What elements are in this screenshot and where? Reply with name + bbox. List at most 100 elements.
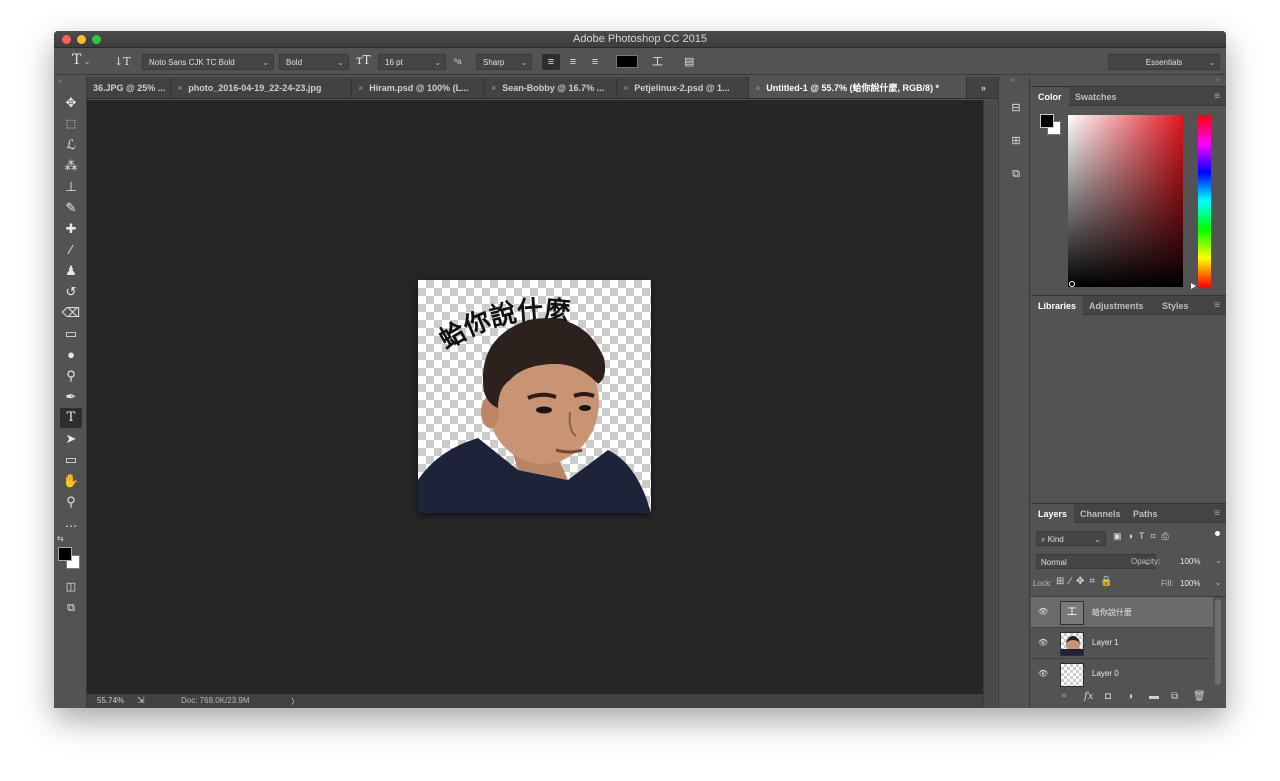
move-tool-icon[interactable]: ✥ (60, 93, 82, 113)
eraser-tool-icon[interactable]: ⌫ (60, 303, 82, 323)
chevron-down-icon[interactable]: ⌄ (1215, 556, 1222, 565)
tab-styles[interactable]: Styles (1155, 296, 1196, 316)
tab-channels[interactable]: Channels (1073, 504, 1128, 524)
screen-mode-icon[interactable]: ⧉ (60, 598, 82, 618)
tab-document-3[interactable]: × Hiram.psd @ 100% (L... (352, 77, 485, 98)
font-family-select[interactable]: Noto Sans CJK TC Bold ⌄ (142, 54, 274, 70)
layer-row-transparent[interactable]: 👁 Layer 0 (1031, 659, 1213, 688)
tab-document-5[interactable]: × Petjelinux-2.psd @ 1... (617, 77, 749, 98)
export-icon[interactable]: ⇲ (137, 695, 145, 706)
tab-overflow-button[interactable]: » (976, 77, 998, 98)
layer-mask-icon[interactable]: ◘ (1105, 691, 1111, 702)
fx-icon[interactable]: fx (1084, 691, 1093, 702)
tab-layers[interactable]: Layers (1031, 504, 1075, 524)
workspace-select[interactable]: Essentials ⌄ (1108, 54, 1220, 70)
path-selection-tool-icon[interactable]: ➤ (60, 429, 82, 449)
color-picker-marker[interactable] (1069, 281, 1075, 287)
brush-tool-icon[interactable]: ∕ (60, 240, 82, 260)
type-tool-icon[interactable]: T (60, 408, 82, 428)
color-field[interactable] (1068, 115, 1183, 287)
history-panel-icon[interactable]: ⊟ (1008, 100, 1024, 116)
eye-icon[interactable]: 👁 (1038, 607, 1050, 617)
tab-libraries[interactable]: Libraries (1031, 296, 1084, 316)
chevron-down-icon[interactable]: ⌄ (1215, 578, 1222, 587)
align-right-icon[interactable]: ≡ (586, 54, 604, 70)
panel-menu-icon[interactable]: ≡ (1214, 87, 1220, 107)
canvas-area[interactable]: 蛤你說什麼 (87, 100, 983, 694)
adjustment-layer-icon[interactable]: ◑ (1127, 691, 1133, 702)
text-orientation-icon[interactable]: ↓T (114, 54, 131, 70)
tab-document-2[interactable]: × photo_2016-04-19_22-24-23.jpg (171, 77, 352, 98)
color-foreground-swatch[interactable] (1040, 114, 1054, 128)
hue-slider-handle[interactable] (1191, 283, 1196, 289)
eye-icon[interactable]: 👁 (1038, 669, 1050, 679)
filter-toggle-icon[interactable] (1215, 531, 1220, 536)
properties-panel-icon[interactable]: ⊞ (1008, 133, 1024, 149)
panel-collapse-icon[interactable]: » (58, 78, 62, 85)
crop-tool-icon[interactable]: ⊥ (60, 177, 82, 197)
font-style-select[interactable]: Bold ⌄ (279, 54, 349, 70)
opacity-value[interactable]: 100% (1180, 557, 1200, 566)
dodge-tool-icon[interactable]: ⚲ (60, 366, 82, 386)
tab-swatches[interactable]: Swatches (1068, 87, 1124, 107)
swap-colors-icon[interactable]: ⇆ (57, 534, 64, 543)
zoom-tool-icon[interactable]: ⚲ (60, 492, 82, 512)
new-group-icon[interactable]: ▬ (1149, 691, 1159, 702)
status-menu-arrow[interactable]: 〉 (291, 696, 299, 707)
trash-icon[interactable]: 🗑 (1193, 691, 1206, 702)
close-icon[interactable]: × (491, 83, 496, 93)
pen-tool-icon[interactable]: ✒ (60, 387, 82, 407)
text-color-swatch[interactable] (616, 55, 638, 68)
character-panel-icon[interactable]: ⧉ (1008, 166, 1024, 182)
antialias-select[interactable]: Sharp ⌄ (476, 54, 532, 70)
new-layer-icon[interactable]: ⧉ (1171, 691, 1178, 702)
zoom-level[interactable]: 55.74% (97, 696, 124, 705)
tab-adjustments[interactable]: Adjustments (1082, 296, 1151, 316)
layer-row-image[interactable]: 👁 Layer 1 (1031, 628, 1213, 659)
more-tools-icon[interactable]: … (60, 513, 82, 533)
healing-brush-tool-icon[interactable]: ✚ (60, 219, 82, 239)
hand-tool-icon[interactable]: ✋ (60, 471, 82, 491)
tab-document-1[interactable]: 36.JPG @ 25% ... (87, 77, 171, 98)
document-canvas[interactable]: 蛤你說什麼 (418, 280, 651, 513)
align-left-icon[interactable]: ≡ (542, 54, 560, 70)
tab-document-4[interactable]: × Sean-Bobby @ 16.7% ... (485, 77, 617, 98)
align-center-icon[interactable]: ≡ (564, 54, 582, 70)
close-icon[interactable]: × (755, 83, 760, 93)
warp-text-icon[interactable]: 工 (652, 54, 663, 70)
blur-tool-icon[interactable]: ● (60, 345, 82, 365)
clone-stamp-tool-icon[interactable]: ♟ (60, 261, 82, 281)
close-icon[interactable]: × (177, 83, 182, 93)
tab-paths[interactable]: Paths (1126, 504, 1165, 524)
layer-row-text[interactable]: 👁 工 蛤你說什麼 (1031, 597, 1213, 628)
panel-expand-icon[interactable]: « (1011, 77, 1015, 84)
panel-collapse-icon[interactable]: » (1216, 77, 1220, 84)
font-size-select[interactable]: 16 pt ⌄ (378, 54, 446, 70)
layers-scrollbar[interactable] (1215, 599, 1221, 685)
gradient-tool-icon[interactable]: ▭ (60, 324, 82, 344)
layer-filter-icons[interactable]: ▣◑T⌗⎙ (1113, 531, 1175, 542)
tab-color[interactable]: Color (1031, 87, 1069, 107)
tab-document-active[interactable]: × Untitled-1 @ 55.7% (蛤你說什麼, RGB/8) * (749, 77, 967, 98)
character-panel-icon[interactable]: ▤ (684, 54, 694, 70)
eye-icon[interactable]: 👁 (1038, 638, 1050, 648)
type-tool-preset-icon[interactable]: T ⌄ (72, 52, 91, 68)
lock-icons[interactable]: ⊞∕✥⌗🔒 (1056, 576, 1118, 587)
eyedropper-tool-icon[interactable]: ✎ (60, 198, 82, 218)
marquee-tool-icon[interactable]: ⬚ (60, 114, 82, 134)
quick-selection-tool-icon[interactable]: ⁂ (60, 156, 82, 176)
foreground-color-swatch[interactable] (58, 547, 72, 561)
close-icon[interactable]: × (358, 83, 363, 93)
fill-value[interactable]: 100% (1180, 579, 1200, 588)
close-icon[interactable]: × (623, 83, 628, 93)
panel-menu-icon[interactable]: ≡ (1214, 504, 1220, 524)
hue-slider[interactable] (1198, 115, 1211, 287)
link-layers-icon[interactable]: ⚭ (1060, 691, 1068, 702)
quick-mask-icon[interactable]: ◫ (60, 577, 82, 597)
panel-menu-icon[interactable]: ≡ (1214, 296, 1220, 316)
history-brush-tool-icon[interactable]: ↺ (60, 282, 82, 302)
lasso-tool-icon[interactable]: ℒ (60, 135, 82, 155)
rectangle-tool-icon[interactable]: ▭ (60, 450, 82, 470)
canvas-scrollbar[interactable] (983, 100, 997, 708)
layer-filter-select[interactable]: ⌕ Kind ⌄ (1036, 531, 1106, 546)
